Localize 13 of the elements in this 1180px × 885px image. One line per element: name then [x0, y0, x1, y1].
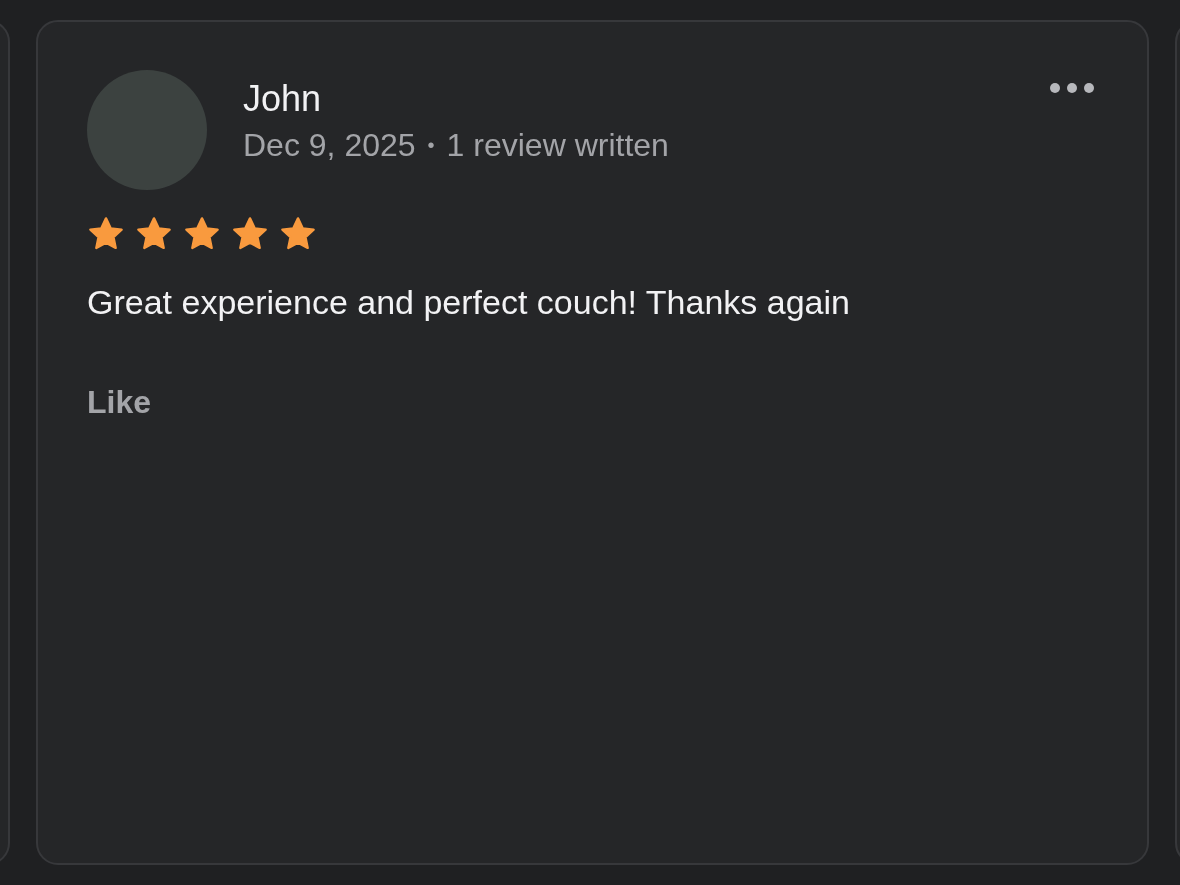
more-options-button[interactable]: [1049, 82, 1095, 94]
like-button[interactable]: Like: [87, 384, 152, 421]
reviewer-name: John: [243, 78, 323, 120]
more-icon: [1049, 82, 1095, 94]
star-icon: [231, 216, 269, 252]
star-icon: [279, 216, 317, 252]
star-icon: [87, 216, 125, 252]
star-icon: [183, 216, 221, 252]
review-date: Dec 9, 2025: [243, 126, 416, 164]
separator-dot: •: [427, 133, 435, 158]
star-icon: [135, 216, 173, 252]
review-count: 1 review written: [446, 126, 669, 164]
review-text: Great experience and perfect couch! Thanks again: [87, 282, 851, 322]
